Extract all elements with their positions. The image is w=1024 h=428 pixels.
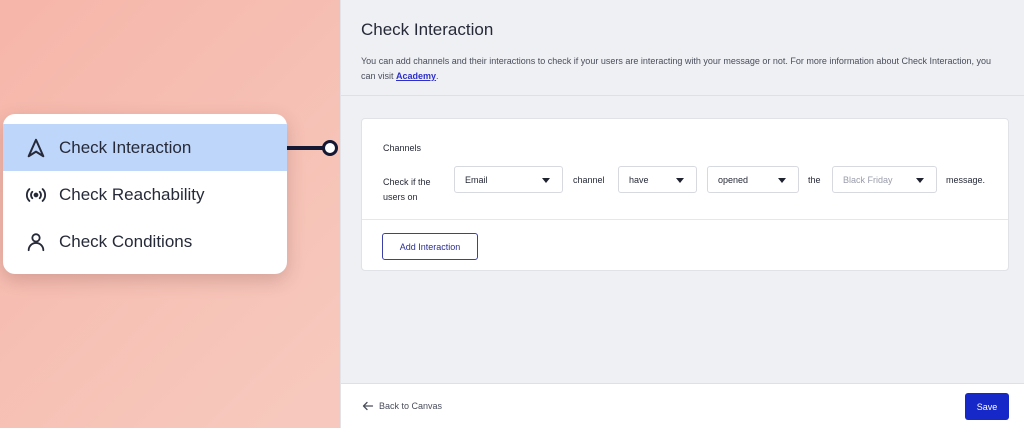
menu-item-check-interaction[interactable]: Check Interaction <box>3 124 287 171</box>
condition-select[interactable]: have <box>618 166 697 193</box>
word-the: the <box>808 175 821 185</box>
save-button[interactable]: Save <box>965 393 1009 420</box>
menu-item-label: Check Interaction <box>59 137 192 157</box>
menu-item-check-reachability[interactable]: Check Reachability <box>3 171 287 218</box>
broadcast-icon <box>23 182 49 208</box>
back-to-canvas-link[interactable]: Back to Canvas <box>362 400 442 412</box>
chevron-down-icon <box>676 178 684 183</box>
chevron-down-icon <box>542 178 550 183</box>
message-select-placeholder: Black Friday <box>843 174 893 185</box>
channel-select[interactable]: Email <box>454 166 563 193</box>
word-message: message. <box>946 175 986 185</box>
arrow-left-icon <box>362 401 374 411</box>
word-channel: channel <box>573 175 605 185</box>
check-users-label: Check if the users on <box>383 177 431 202</box>
add-interaction-button[interactable]: Add Interaction <box>382 233 478 260</box>
condition-select-value: have <box>629 174 649 185</box>
menu-item-check-conditions[interactable]: Check Conditions <box>3 218 287 265</box>
panel-footer: Back to Canvas Save <box>341 383 1024 428</box>
channels-label: Channels <box>383 143 422 153</box>
message-select[interactable]: Black Friday <box>832 166 937 193</box>
divider <box>362 219 1008 220</box>
connector-dot <box>322 140 338 156</box>
channel-select-value: Email <box>465 174 488 185</box>
menu-item-label: Check Conditions <box>59 231 193 251</box>
page-title: Check Interaction <box>361 20 494 39</box>
action-select[interactable]: opened <box>707 166 799 193</box>
action-select-value: opened <box>718 174 749 185</box>
chevron-down-icon <box>916 178 924 183</box>
description-suffix: . <box>436 71 439 81</box>
academy-link[interactable]: Academy <box>396 71 436 81</box>
check-type-menu: Check Interaction Check Reachability Che… <box>3 114 287 274</box>
check-interaction-panel: Check Interaction You can add channels a… <box>340 0 1024 428</box>
panel-header: Check Interaction You can add channels a… <box>341 0 1024 96</box>
chevron-down-icon <box>778 178 786 183</box>
panel-description: You can add channels and their interacti… <box>361 54 1001 84</box>
back-label: Back to Canvas <box>379 401 443 411</box>
person-icon <box>23 229 49 255</box>
channels-card: Channels Check if the users on Email cha… <box>361 118 1009 271</box>
description-text: You can add channels and their interacti… <box>361 56 992 81</box>
navigation-arrow-icon <box>23 135 49 161</box>
connector-line <box>287 146 325 150</box>
menu-item-label: Check Reachability <box>59 184 205 204</box>
